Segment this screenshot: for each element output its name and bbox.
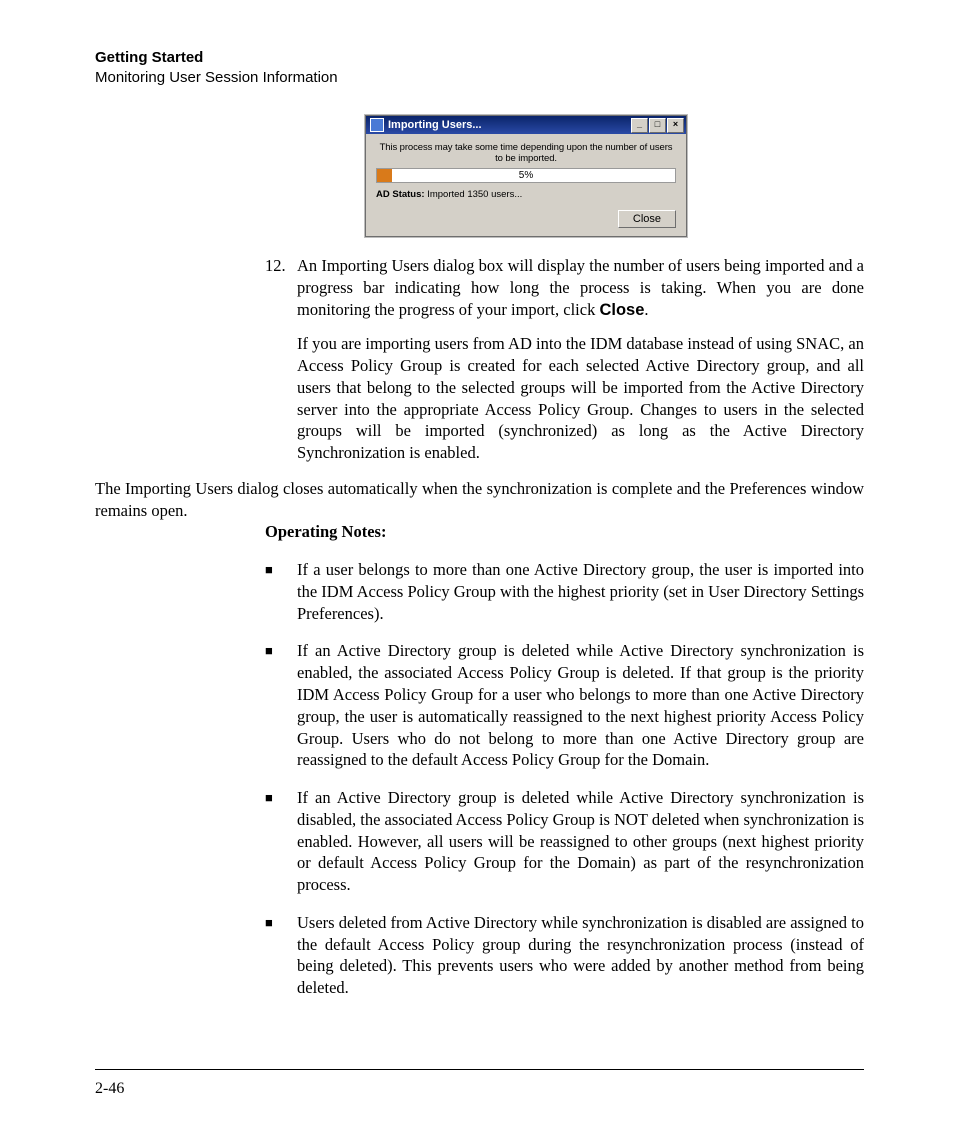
dialog-title: Importing Users... <box>388 119 631 131</box>
app-icon <box>370 118 384 132</box>
list-item: ■ Users deleted from Active Directory wh… <box>265 912 864 999</box>
maximize-button[interactable]: □ <box>649 118 666 133</box>
close-x-button[interactable]: × <box>667 118 684 133</box>
status-line: AD Status: Imported 1350 users... <box>376 189 676 200</box>
page-number: 2-46 <box>95 1080 124 1097</box>
header-title: Getting Started <box>95 48 864 68</box>
progress-percent: 5% <box>377 169 675 182</box>
bullet-text: If an Active Directory group is deleted … <box>297 787 864 896</box>
dialog-message: This process may take some time dependin… <box>376 142 676 164</box>
page-footer: 2-46 <box>95 1069 864 1099</box>
step-text: An Importing Users dialog box will displ… <box>297 255 864 464</box>
list-item: ■ If an Active Directory group is delete… <box>265 787 864 896</box>
bullet-text: If a user belongs to more than one Activ… <box>297 559 864 624</box>
bullet-icon: ■ <box>265 640 279 771</box>
screenshot-figure: Importing Users... _ □ × This process ma… <box>365 115 864 237</box>
header-subtitle: Monitoring User Session Information <box>95 68 864 88</box>
list-item: ■ If a user belongs to more than one Act… <box>265 559 864 624</box>
bullet-text: Users deleted from Active Directory whil… <box>297 912 864 999</box>
step-number: 12. <box>265 255 291 464</box>
bullet-text: If an Active Directory group is deleted … <box>297 640 864 771</box>
progress-bar: 5% <box>376 168 676 183</box>
importing-users-dialog: Importing Users... _ □ × This process ma… <box>365 115 687 237</box>
dialog-body: This process may take some time dependin… <box>366 134 686 236</box>
bullet-icon: ■ <box>265 559 279 624</box>
button-row: Close <box>376 210 676 228</box>
closing-paragraph: The Importing Users dialog closes automa… <box>95 478 864 522</box>
dialog-titlebar: Importing Users... _ □ × <box>366 116 686 134</box>
minimize-button[interactable]: _ <box>631 118 648 133</box>
step-12: 12. An Importing Users dialog box will d… <box>265 255 864 464</box>
page-header: Getting Started Monitoring User Session … <box>95 48 864 87</box>
step12-p1-b: . <box>644 300 648 319</box>
bullet-icon: ■ <box>265 787 279 896</box>
window-buttons: _ □ × <box>631 118 684 133</box>
bullet-icon: ■ <box>265 912 279 999</box>
step12-p1-bold: Close <box>599 301 644 319</box>
step12-p1-a: An Importing Users dialog box will displ… <box>297 256 864 319</box>
step12-paragraph-1: An Importing Users dialog box will displ… <box>297 255 864 321</box>
list-item: ■ If an Active Directory group is delete… <box>265 640 864 771</box>
operating-notes-list: ■ If a user belongs to more than one Act… <box>265 559 864 999</box>
status-value: Imported 1350 users... <box>427 189 522 200</box>
operating-notes-heading: Operating Notes: <box>265 521 864 543</box>
close-button[interactable]: Close <box>618 210 676 228</box>
status-label: AD Status: <box>376 189 425 200</box>
document-page: Getting Started Monitoring User Session … <box>0 0 954 1139</box>
body-content: 12. An Importing Users dialog box will d… <box>95 255 864 1099</box>
step12-paragraph-2: If you are importing users from AD into … <box>297 333 864 464</box>
